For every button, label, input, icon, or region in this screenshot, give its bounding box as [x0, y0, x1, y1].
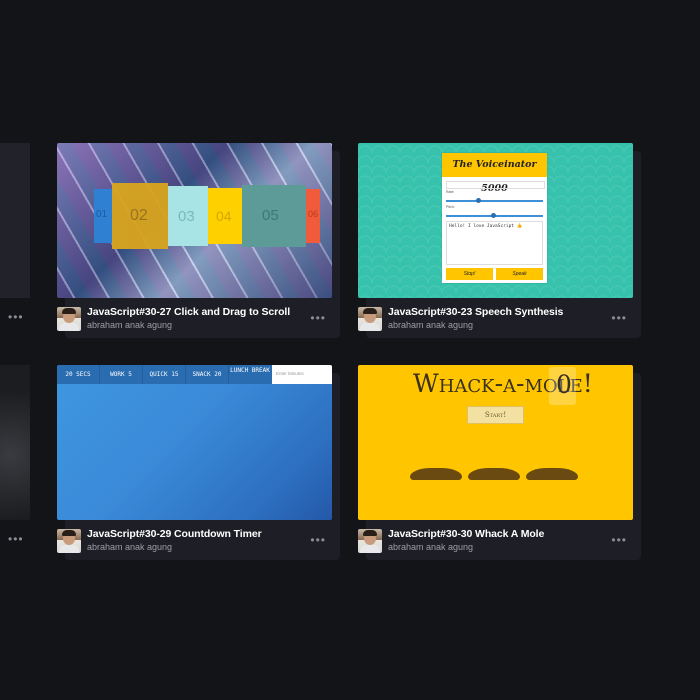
rate-slider[interactable] — [446, 200, 543, 202]
pen-card: 20 SECS WORK 5 QUICK 15 SNACK 20 LUNCH B… — [57, 365, 332, 561]
scroll-item: 01 — [94, 189, 112, 243]
scroll-item: 05 — [242, 185, 306, 247]
minutes-input-placeholder: Enter Minutes — [276, 371, 304, 376]
pen-title[interactable]: JavaScript#30-30 Whack A Mole — [388, 528, 544, 540]
speak-button[interactable]: Speak — [496, 268, 543, 280]
more-icon[interactable]: ••• — [310, 534, 326, 546]
dirt-mound — [526, 468, 578, 480]
pen-title[interactable]: JavaScript#30-23 Speech Synthesis — [388, 306, 563, 318]
message-text: Hello! I love JavaScript 👍 — [449, 224, 523, 229]
scroll-item: 04 — [208, 188, 242, 244]
voiceinator-title: The Voiceinator 5000 — [442, 153, 547, 194]
avatar[interactable] — [57, 307, 81, 331]
avatar[interactable] — [358, 307, 382, 331]
scroll-item: 02 — [112, 183, 168, 249]
stop-button[interactable]: Stop! — [446, 268, 493, 280]
scroll-item: 06 — [306, 189, 320, 243]
avatar[interactable] — [358, 529, 382, 553]
pen-card: The Voiceinator 5000 Rate: Pitch: Hello!… — [358, 143, 633, 339]
pen-author[interactable]: abraham anak agung — [87, 320, 172, 330]
more-icon[interactable]: ••• — [611, 312, 627, 324]
message-textarea[interactable]: Hello! I love JavaScript 👍 — [446, 221, 543, 265]
partial-card-left-top[interactable] — [0, 143, 30, 298]
more-icon[interactable]: ••• — [611, 534, 627, 546]
timer-button-lunch-break[interactable]: LUNCH BREAK — [229, 367, 271, 384]
pen-author[interactable]: abraham anak agung — [388, 542, 473, 552]
minutes-input[interactable]: Enter Minutes — [272, 365, 332, 384]
pen-preview-speech-synthesis[interactable]: The Voiceinator 5000 Rate: Pitch: Hello!… — [358, 143, 633, 298]
voiceinator-panel: The Voiceinator 5000 Rate: Pitch: Hello!… — [442, 153, 547, 283]
timer-button-quick-15[interactable]: QUICK 15 — [143, 365, 186, 384]
partial-card-left-bottom[interactable] — [0, 365, 30, 520]
rate-label: Rate: — [446, 190, 455, 194]
rate-slider-thumb[interactable] — [476, 198, 481, 203]
pitch-slider-thumb[interactable] — [491, 213, 496, 218]
dirt-mound — [468, 468, 520, 480]
score-value: 0 — [556, 370, 572, 399]
start-button[interactable]: Start! — [467, 406, 524, 424]
pen-card: 01 02 03 04 05 06 JavaScript#30-27 Click… — [57, 143, 332, 339]
partial-more-icon-top[interactable]: ••• — [8, 311, 24, 323]
voice-select[interactable] — [446, 181, 545, 189]
avatar[interactable] — [57, 529, 81, 553]
more-icon[interactable]: ••• — [310, 312, 326, 324]
timer-button-snack-20[interactable]: SNACK 20 — [186, 365, 229, 384]
pen-card: Whack-a-mole! 0 Start! JavaScript#30-30 … — [358, 365, 633, 561]
timer-controls: 20 SECS WORK 5 QUICK 15 SNACK 20 LUNCH B… — [57, 365, 332, 384]
timer-button-20-secs[interactable]: 20 SECS — [57, 365, 100, 384]
pen-author[interactable]: abraham anak agung — [87, 542, 172, 552]
pen-title[interactable]: JavaScript#30-29 Countdown Timer — [87, 528, 262, 540]
score-box: 0 — [549, 367, 576, 405]
pen-preview-drag-scroll[interactable]: 01 02 03 04 05 06 — [57, 143, 332, 298]
scroll-item: 03 — [168, 186, 208, 246]
partial-more-icon-bottom[interactable]: ••• — [8, 533, 24, 545]
dirt-mound — [410, 468, 462, 480]
timer-button-work-5[interactable]: WORK 5 — [100, 365, 143, 384]
pitch-label: Pitch: — [446, 205, 455, 209]
pen-author[interactable]: abraham anak agung — [388, 320, 473, 330]
pen-preview-whack-a-mole[interactable]: Whack-a-mole! 0 Start! — [358, 365, 633, 520]
pen-preview-countdown-timer[interactable]: 20 SECS WORK 5 QUICK 15 SNACK 20 LUNCH B… — [57, 365, 332, 520]
pen-title[interactable]: JavaScript#30-27 Click and Drag to Scrol… — [87, 306, 290, 318]
